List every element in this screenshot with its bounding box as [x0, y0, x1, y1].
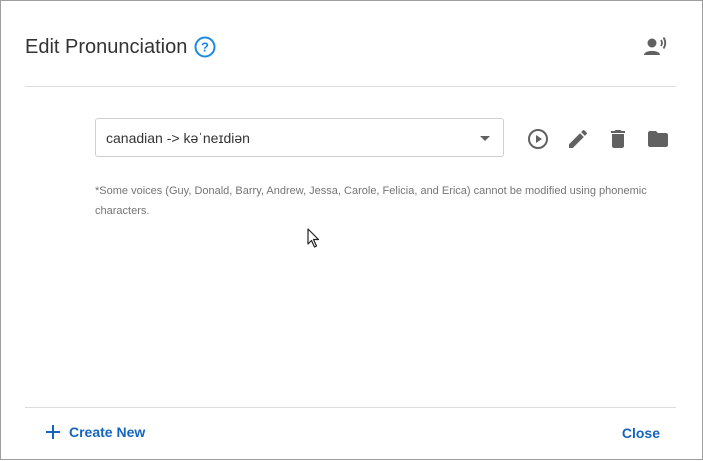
create-new-button[interactable]: Create New	[45, 424, 145, 440]
dialog-header: Edit Pronunciation ?	[25, 1, 676, 87]
svg-text:?: ?	[201, 40, 209, 55]
folder-icon[interactable]	[646, 127, 670, 151]
create-new-label: Create New	[69, 424, 146, 440]
close-button[interactable]: Close	[622, 425, 660, 441]
pronunciation-entry-row: canadian -> kəˈneɪdiən	[95, 118, 675, 158]
plus-icon	[46, 425, 60, 439]
edit-icon[interactable]	[566, 127, 590, 151]
edit-pronunciation-dialog: Edit Pronunciation ? canadian -> kəˈneɪd…	[0, 0, 703, 460]
phonemic-note: *Some voices (Guy, Donald, Barry, Andrew…	[95, 185, 647, 217]
pronunciation-select-value: canadian -> kəˈneɪdiən	[106, 130, 250, 146]
chevron-down-icon	[480, 136, 490, 141]
help-icon[interactable]: ?	[194, 36, 216, 58]
mouse-pointer-icon	[307, 228, 320, 248]
speaker-voice-icon[interactable]	[644, 35, 668, 57]
dialog-footer: Create New Close	[25, 407, 676, 461]
dialog-title: Edit Pronunciation	[25, 36, 188, 58]
delete-icon[interactable]	[606, 127, 630, 151]
pronunciation-select[interactable]: canadian -> kəˈneɪdiən	[95, 118, 504, 157]
play-icon[interactable]	[526, 127, 550, 151]
